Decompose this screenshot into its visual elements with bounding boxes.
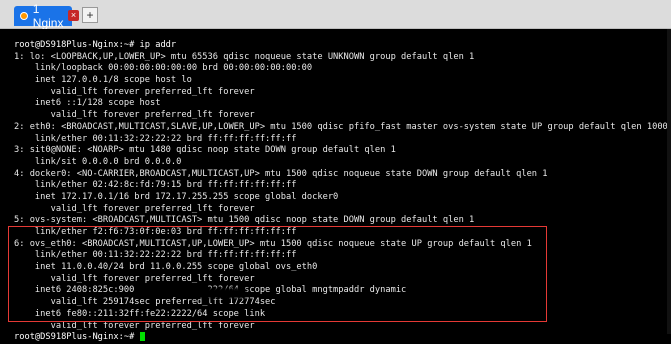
- session-status-icon: [20, 12, 28, 20]
- terminal-line: 4: docker0: <NO-CARRIER,BROADCAST,MULTIC…: [14, 168, 548, 179]
- terminal-line: valid_lft forever preferred_lft forever: [14, 320, 255, 331]
- terminal-line: valid_lft forever preferred_lft forever: [14, 203, 255, 214]
- tab-nginx[interactable]: 1 Nginx: [14, 2, 72, 30]
- terminal-line: 2: eth0: <BROADCAST,MULTICAST,SLAVE,UP,L…: [14, 121, 668, 132]
- close-tab-icon[interactable]: ×: [68, 10, 79, 21]
- terminal-line: link/ether 02:42:8c:fd:79:15 brd ff:ff:f…: [14, 180, 297, 191]
- new-tab-button[interactable]: +: [82, 7, 98, 23]
- terminal-output[interactable]: root@DS918Plus-Nginx:~# ip addr 1: lo: <…: [0, 29, 671, 342]
- terminal-line: 1: lo: <LOOPBACK,UP,LOWER_UP> mtu 65536 …: [14, 51, 475, 62]
- terminal-window: 1 Nginx × + root@DS918Plus-Nginx:~# ip a…: [0, 0, 671, 342]
- terminal-line: 3: sit0@NONE: <NOARP> mtu 1480 qdisc noo…: [14, 145, 396, 156]
- terminal-line: valid_lft forever preferred_lft forever: [14, 86, 255, 97]
- highlight-box: [8, 226, 547, 322]
- terminal-line: link/sit 0.0.0.0 brd 0.0.0.0: [14, 156, 182, 167]
- terminal-line: link/loopback 00:00:00:00:00:00 brd 00:0…: [14, 63, 313, 74]
- tab-label: 1 Nginx: [32, 2, 64, 30]
- scrollbar[interactable]: [667, 29, 671, 334]
- terminal-line: inet6 ::1/128 scope host: [14, 98, 161, 109]
- terminal-line: valid_lft forever preferred_lft forever: [14, 110, 255, 121]
- tab-bar: 1 Nginx × +: [0, 0, 671, 30]
- terminal-line: root@DS918Plus-Nginx:~# ip addr: [14, 40, 177, 50]
- terminal-line: inet 172.17.0.1/16 brd 172.17.255.255 sc…: [14, 191, 339, 202]
- terminal-line: inet 127.0.0.1/8 scope host lo: [14, 75, 192, 86]
- terminal-line: link/ether 00:11:32:22:22:22 brd ff:ff:f…: [14, 133, 297, 144]
